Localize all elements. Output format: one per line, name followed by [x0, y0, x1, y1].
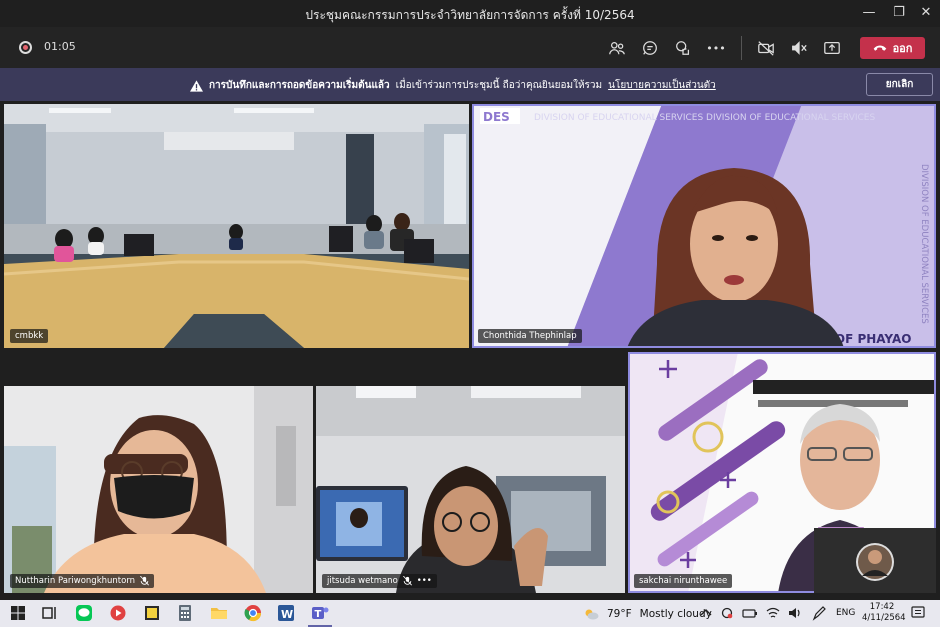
leave-label: ออก [892, 42, 913, 55]
sticky-notes-icon[interactable] [143, 604, 161, 622]
toolbar-divider [741, 36, 742, 60]
cloudy-icon [585, 609, 599, 620]
people-icon[interactable] [607, 38, 627, 58]
participant-name: cmbkk [15, 331, 44, 341]
recording-icon [19, 41, 32, 54]
more-icon[interactable]: ••• [706, 38, 726, 58]
task-view-icon[interactable] [41, 604, 59, 622]
weather-temp: 79°F [607, 608, 632, 620]
recording-banner: การบันทึกและการถอดข้อความเริ่มต้นแล้ว เม… [0, 68, 940, 101]
clock-date: 4/11/2564 [862, 613, 906, 623]
mic-muted-icon [140, 576, 150, 586]
share-icon[interactable] [822, 38, 842, 58]
reactions-icon[interactable] [673, 38, 693, 58]
video-tile-chonthida[interactable]: DIVISION OF EDUCATIONAL SERVICES DIVISIO… [472, 104, 936, 348]
participant-name-tag: cmbkk [10, 329, 49, 343]
maximize-button[interactable]: ❐ [888, 3, 910, 23]
language-indicator[interactable]: ENG [836, 608, 855, 618]
clock-time: 17:42 [869, 602, 895, 612]
word-icon[interactable]: W [277, 604, 295, 622]
svg-text:T: T [315, 609, 322, 620]
des-logo: DES [483, 110, 510, 124]
wifi-icon[interactable] [765, 604, 781, 622]
meeting-toolbar: 01:05 ••• ออก [0, 27, 940, 68]
participant-name: sakchai nirunthawee [639, 576, 728, 586]
camera-off-icon[interactable] [756, 38, 776, 58]
background-banner-text: DIVISION OF EDUCATIONAL SERVICES DIVISIO… [534, 113, 875, 123]
pen-icon[interactable] [811, 604, 827, 622]
banner-text: เมื่อเข้าร่วมการประชุมนี้ ถือว่าคุณยินยอ… [395, 80, 603, 91]
weather-widget[interactable]: 79°F Mostly cloudy [583, 607, 712, 621]
participant-name-tag: jitsuda wetmano ••• [322, 574, 437, 588]
recording-timer: 01:05 [44, 40, 76, 53]
start-icon[interactable] [9, 604, 27, 622]
participant-video [4, 386, 313, 593]
participant-name: Nuttharin Pariwongkhuntorn [15, 576, 136, 586]
participant-more-icon[interactable]: ••• [417, 576, 432, 586]
conference-room-video [4, 104, 469, 348]
background-side-text: DIVISION OF EDUCATIONAL SERVICES [919, 164, 929, 324]
participant-name-tag: Chonthida Thephinlap [478, 329, 582, 343]
close-window-button[interactable]: ✕ [915, 3, 937, 23]
teams-icon[interactable]: T [311, 604, 329, 622]
window-title-bar: ประชุมคณะกรรมการประจำวิทยาลัยการจัดการ ค… [0, 0, 940, 27]
chat-icon[interactable] [640, 38, 660, 58]
notifications-icon[interactable] [910, 604, 926, 622]
banner-title: การบันทึกและการถอดข้อความเริ่มต้นแล้ว [209, 80, 390, 91]
windows-taskbar: W T 79°F Mostly cloudy ENG 17:42 4/11/25… [0, 600, 940, 627]
chrome-icon[interactable] [244, 604, 262, 622]
system-clock[interactable]: 17:42 4/11/2564 [862, 602, 906, 624]
self-view[interactable] [814, 528, 936, 593]
dismiss-button[interactable]: ยกเลิก [866, 73, 933, 96]
volume-icon[interactable] [787, 604, 803, 622]
privacy-policy-link[interactable]: นโยบายความเป็นส่วนตัว [608, 78, 716, 93]
participant-name: jitsuda wetmano [327, 576, 398, 586]
media-player-icon[interactable] [109, 604, 127, 622]
leave-button[interactable]: ออก [860, 37, 925, 59]
mic-muted-icon[interactable] [789, 38, 809, 58]
speaker-video: DIVISION OF EDUCATIONAL SERVICES DIVISIO… [472, 104, 936, 348]
recording-tray-icon[interactable] [720, 604, 734, 622]
battery-icon[interactable] [742, 604, 758, 622]
warning-icon [190, 79, 203, 92]
participant-video [316, 386, 625, 593]
mic-muted-icon [402, 576, 412, 586]
line-app-icon[interactable] [75, 604, 93, 622]
video-tile-nuttharin[interactable]: Nuttharin Pariwongkhuntorn [4, 386, 313, 593]
window-title: ประชุมคณะกรรมการประจำวิทยาลัยการจัดการ ค… [305, 8, 635, 22]
chevron-up-icon[interactable] [699, 604, 713, 622]
phone-hangup-icon [873, 45, 886, 51]
video-tile-jitsuda[interactable]: jitsuda wetmano ••• [316, 386, 625, 593]
calculator-icon[interactable] [176, 604, 194, 622]
self-avatar [856, 543, 894, 581]
participant-name: Chonthida Thephinlap [483, 331, 577, 341]
participant-name-tag: Nuttharin Pariwongkhuntorn [10, 574, 155, 588]
file-explorer-icon[interactable] [210, 604, 228, 622]
video-tile-cmbkk[interactable]: cmbkk [4, 104, 469, 348]
minimize-button[interactable]: — [858, 3, 880, 23]
participant-name-tag: sakchai nirunthawee [634, 574, 733, 588]
svg-text:W: W [281, 608, 293, 621]
